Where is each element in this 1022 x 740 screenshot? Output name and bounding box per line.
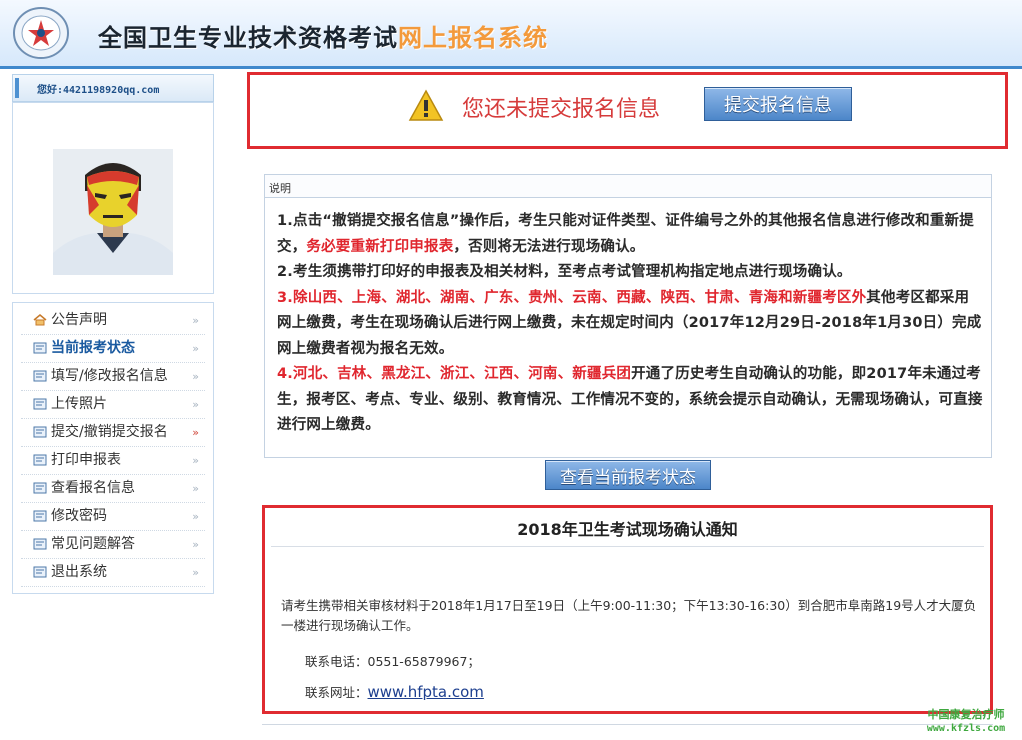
sidebar-item-label: 提交/撤销提交报名 [51, 424, 168, 440]
alert-message: 您还未提交报名信息 [462, 97, 661, 122]
doc-icon [33, 454, 47, 466]
sidebar-item-label: 公告声明 [51, 312, 107, 328]
notice-phone: 联系电话：0551-65879967； [305, 654, 480, 669]
doc-icon [33, 566, 47, 578]
logo-icon [13, 7, 69, 59]
sidebar-item-label: 修改密码 [51, 508, 107, 524]
sidebar-item-upload-photo[interactable]: 上传照片 » [21, 391, 205, 419]
sidebar-item-submit-revoke[interactable]: 提交/撤销提交报名 » [21, 419, 205, 447]
user-photo [53, 149, 173, 275]
user-greeting-box: 您好:4421198920qq.com [12, 74, 214, 102]
home-icon [33, 314, 47, 326]
sidebar-item-change-password[interactable]: 修改密码 » [21, 503, 205, 531]
chevron-right-icon: » [192, 370, 199, 383]
instruction-4: 4.河北、吉林、黑龙江、浙江、江西、河南、新疆兵团开通了历史考生自动确认的功能，… [277, 366, 983, 433]
doc-icon [33, 426, 47, 438]
confirmation-notice: 2018年卫生考试现场确认通知 请考生携带相关审核材料于2018年1月17日至1… [262, 505, 993, 714]
instructions-panel: 说明 1.点击“撤销提交报名信息”操作后，考生只能对证件类型、证件编号之外的其他… [264, 174, 992, 458]
sidebar-item-label: 查看报名信息 [51, 480, 135, 496]
chevron-right-icon: » [192, 482, 199, 495]
instructions-title: 说明 [269, 182, 291, 195]
watermark: 中国康复治疗师 www.kfzls.com [926, 708, 1006, 734]
sidebar-menu: 公告声明 » 当前报考状态 » 填写/修改报名信息 » 上传照片 » 提交/撤销… [12, 302, 214, 594]
chevron-right-icon: » [192, 566, 199, 579]
warning-icon [408, 89, 444, 121]
divider [271, 546, 984, 547]
photo-panel [12, 102, 214, 294]
doc-icon [33, 342, 47, 354]
sidebar-item-label: 当前报考状态 [51, 340, 135, 356]
sidebar-item-label: 打印申报表 [51, 452, 121, 468]
notice-website: 联系网址：www.hfpta.com [305, 683, 484, 701]
chevron-right-icon: » [192, 538, 199, 551]
sidebar-item-label: 退出系统 [51, 564, 107, 580]
sidebar-item-logout[interactable]: 退出系统 » [21, 559, 205, 587]
chevron-right-icon: » [192, 454, 199, 467]
sidebar-item-print-form[interactable]: 打印申报表 » [21, 447, 205, 475]
site-title: 全国卫生专业技术资格考试网上报名系统 [98, 24, 548, 52]
instruction-2: 2.考生须携带打印好的申报表及相关材料，至考点考试管理机构指定地点进行现场确认。 [277, 264, 852, 280]
view-status-button[interactable]: 查看当前报考状态 [545, 460, 711, 490]
instructions-body: 1.点击“撤销提交报名信息”操作后，考生只能对证件类型、证件编号之外的其他报名信… [277, 209, 983, 439]
submit-registration-button[interactable]: 提交报名信息 [704, 87, 852, 121]
chevron-right-icon: » [192, 342, 199, 355]
doc-icon [33, 370, 47, 382]
site-title-accent: 网上报名系统 [398, 24, 548, 52]
chevron-right-icon: » [192, 314, 199, 327]
divider [262, 724, 993, 725]
instruction-3: 3.除山西、上海、湖北、湖南、广东、贵州、云南、西藏、陕西、甘肃、青海和新疆考区… [277, 289, 982, 357]
doc-icon [33, 538, 47, 550]
sidebar-item-label: 填写/修改报名信息 [51, 368, 168, 384]
submit-alert: 您还未提交报名信息 提交报名信息 [247, 72, 1008, 149]
chevron-right-icon: » [192, 426, 199, 439]
sidebar-item-view-info[interactable]: 查看报名信息 » [21, 475, 205, 503]
user-greeting: 您好:4421198920qq.com [37, 85, 160, 96]
chevron-right-icon: » [192, 510, 199, 523]
sidebar-item-edit-info[interactable]: 填写/修改报名信息 » [21, 363, 205, 391]
instruction-1: 1.点击“撤销提交报名信息”操作后，考生只能对证件类型、证件编号之外的其他报名信… [277, 213, 974, 255]
doc-icon [33, 398, 47, 410]
sidebar-item-label: 常见问题解答 [51, 536, 135, 552]
sidebar-item-label: 上传照片 [51, 396, 107, 412]
site-header: 全国卫生专业技术资格考试网上报名系统 [0, 0, 1022, 69]
sidebar-item-current-status[interactable]: 当前报考状态 » [21, 335, 205, 363]
doc-icon [33, 510, 47, 522]
sidebar-item-announcements[interactable]: 公告声明 » [21, 307, 205, 335]
sidebar-item-faq[interactable]: 常见问题解答 » [21, 531, 205, 559]
doc-icon [33, 482, 47, 494]
notice-title: 2018年卫生考试现场确认通知 [517, 520, 738, 539]
chevron-right-icon: » [192, 398, 199, 411]
website-link[interactable]: www.hfpta.com [368, 683, 484, 701]
notice-paragraph: 请考生携带相关审核材料于2018年1月17日至19日（上午9:00-11:30；… [281, 598, 977, 633]
